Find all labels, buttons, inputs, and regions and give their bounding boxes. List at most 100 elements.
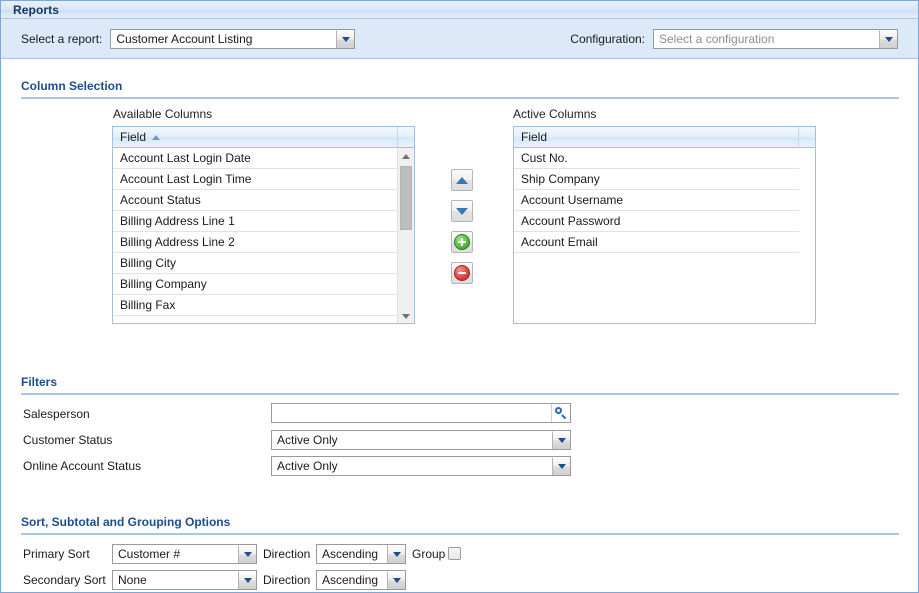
salesperson-input[interactable]: [272, 404, 551, 422]
triangle-up-icon: [456, 176, 468, 184]
active-column-row[interactable]: Account Password: [514, 211, 799, 232]
chevron-down-icon: [341, 37, 350, 42]
available-column-row-label: Billing Address Line 1: [120, 214, 235, 228]
search-icon: [555, 407, 567, 420]
active-columns-grid[interactable]: Field Cust No. Ship Company Account Userna…: [513, 126, 816, 324]
secondary-direction-label-wrap: Direction: [263, 573, 310, 587]
available-column-row-label: Billing City: [120, 256, 177, 270]
filters-rule: [21, 393, 899, 395]
primary-direction-select[interactable]: Ascending: [316, 544, 406, 564]
active-field-column-header[interactable]: Field: [514, 127, 799, 147]
active-field-header-label: Field: [521, 130, 548, 144]
configuration-select[interactable]: Select a configuration: [653, 29, 898, 49]
configuration-select-arrow[interactable]: [879, 30, 897, 48]
available-field-header-label: Field: [120, 130, 147, 144]
available-column-row[interactable]: Account Last Login Date: [113, 148, 398, 169]
scroll-track[interactable]: [398, 164, 414, 308]
salesperson-search-button[interactable]: [551, 404, 570, 422]
secondary-sort-label: Secondary Sort: [23, 573, 106, 587]
report-select-value: Customer Account Listing: [116, 32, 253, 46]
available-column-row[interactable]: Billing Address Line 2: [113, 232, 398, 253]
chevron-down-icon: [557, 464, 566, 469]
transfer-button-group: [451, 169, 473, 293]
primary-sort-label-wrap: Primary Sort: [23, 547, 90, 561]
column-selection-rule: [21, 97, 899, 99]
scroll-thumb[interactable]: [400, 166, 412, 230]
available-column-row[interactable]: Account Last Login Time: [113, 169, 398, 190]
available-column-row[interactable]: Billing Address Line 1: [113, 211, 398, 232]
salesperson-label: Salesperson: [23, 407, 90, 421]
active-grid-body: Cust No. Ship Company Account Username Acco…: [514, 148, 815, 323]
secondary-direction-arrow[interactable]: [387, 571, 405, 589]
available-column-row-label: Account Status: [120, 193, 201, 207]
active-columns-caption: Active Columns: [513, 107, 597, 121]
available-column-row-label: Account Last Login Time: [120, 172, 252, 186]
online-account-status-label: Online Account Status: [23, 459, 142, 473]
report-selector-group: Select a report: Customer Account Listin…: [21, 29, 356, 49]
triangle-down-icon: [456, 207, 468, 215]
available-grid-header-pad: [398, 127, 414, 147]
salesperson-search[interactable]: [271, 403, 571, 423]
secondary-sort-label-wrap: Secondary Sort: [23, 573, 106, 587]
primary-direction-value: Ascending: [322, 547, 379, 561]
online-account-status-value: Active Only: [277, 459, 338, 473]
available-column-row[interactable]: Billing City: [113, 253, 398, 274]
report-select-arrow[interactable]: [336, 30, 355, 48]
active-column-row[interactable]: Cust No.: [514, 148, 799, 169]
secondary-direction-select[interactable]: Ascending: [316, 570, 406, 590]
move-up-button[interactable]: [451, 169, 473, 191]
configuration-select-value: Select a configuration: [659, 32, 775, 46]
secondary-sort-arrow[interactable]: [238, 571, 256, 589]
secondary-sort-select[interactable]: None: [112, 570, 257, 590]
active-column-row[interactable]: Account Username: [514, 190, 799, 211]
primary-sort-select[interactable]: Customer #: [112, 544, 257, 564]
scroll-down-button[interactable]: [398, 308, 414, 323]
available-field-column-header[interactable]: Field: [113, 127, 398, 147]
online-account-status-arrow[interactable]: [552, 457, 570, 475]
window-titlebar: Reports: [1, 1, 918, 19]
available-column-row-label: Billing Address Line 2: [120, 235, 235, 249]
chevron-down-icon: [884, 37, 893, 42]
active-column-row-label: Cust No.: [521, 151, 568, 165]
customer-status-value: Active Only: [277, 433, 338, 447]
group-checkbox[interactable]: [448, 547, 461, 560]
primary-sort-arrow[interactable]: [238, 545, 256, 563]
chevron-down-icon: [243, 552, 252, 557]
active-grid-header[interactable]: Field: [514, 127, 815, 148]
available-column-row[interactable]: Billing Fax: [113, 295, 398, 316]
scroll-up-button[interactable]: [398, 148, 414, 164]
customer-status-select[interactable]: Active Only: [271, 430, 571, 450]
group-label: Group: [412, 547, 446, 561]
move-down-button[interactable]: [451, 200, 473, 222]
primary-direction-label-wrap: Direction: [263, 547, 310, 561]
available-column-row[interactable]: Billing Company: [113, 274, 398, 295]
customer-status-filter-row: Customer Status: [23, 433, 112, 447]
available-column-row[interactable]: Account Status: [113, 190, 398, 211]
column-selection-heading: Column Selection: [21, 79, 123, 93]
add-column-button[interactable]: [451, 231, 473, 253]
group-label-wrap: Group: [412, 547, 445, 561]
available-columns-caption: Available Columns: [113, 107, 213, 121]
online-account-status-select[interactable]: Active Only: [271, 456, 571, 476]
chevron-down-icon: [392, 552, 401, 557]
remove-column-button[interactable]: [451, 262, 473, 284]
active-column-row[interactable]: Ship Company: [514, 169, 799, 190]
primary-direction-arrow[interactable]: [387, 545, 405, 563]
scroll-up-icon: [402, 153, 410, 159]
report-select[interactable]: Customer Account Listing: [110, 29, 356, 49]
scroll-down-icon: [402, 313, 410, 319]
customer-status-arrow[interactable]: [552, 431, 570, 449]
secondary-direction-value: Ascending: [322, 573, 379, 587]
minus-circle-icon: [454, 265, 470, 281]
active-column-row-label: Account Password: [521, 214, 621, 228]
online-account-status-filter-row: Online Account Status: [23, 459, 141, 473]
active-column-row[interactable]: Account Email: [514, 232, 799, 253]
available-grid-header[interactable]: Field: [113, 127, 414, 148]
customer-status-label: Customer Status: [23, 433, 113, 447]
configuration-label: Configuration:: [570, 32, 645, 46]
available-column-row-label: Billing Fax: [120, 298, 176, 312]
available-columns-grid[interactable]: Field Account Last Login Date Account Las…: [112, 126, 415, 324]
salesperson-filter-row: Salesperson: [23, 407, 90, 421]
sort-options-heading: Sort, Subtotal and Grouping Options: [21, 515, 231, 529]
available-scrollbar[interactable]: [397, 148, 414, 323]
